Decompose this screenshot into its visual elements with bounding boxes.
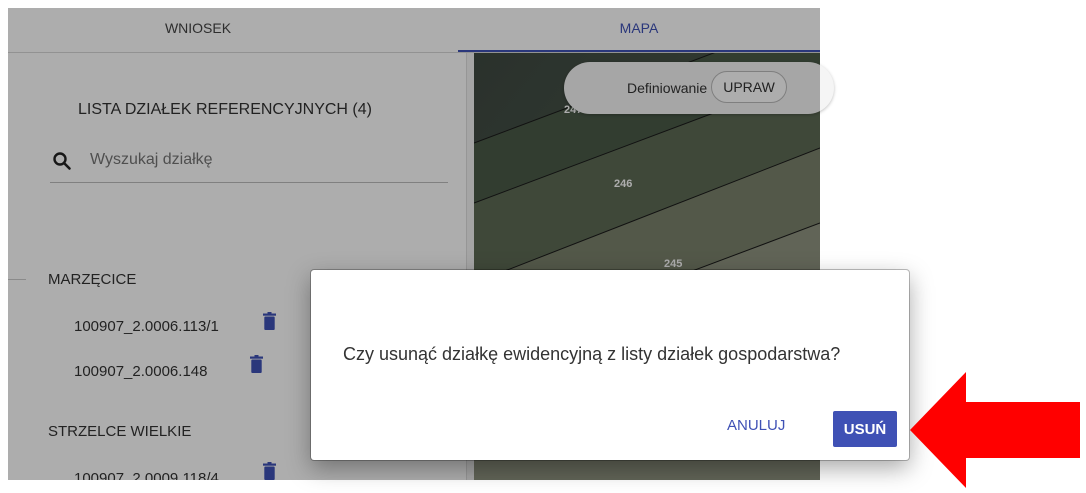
arrow-icon: [910, 372, 1080, 488]
dialog-message: Czy usunąć działkę ewidencyjną z listy d…: [343, 344, 841, 364]
delete-button[interactable]: USUŃ: [833, 411, 897, 447]
confirm-delete-dialog: Czy usunąć działkę ewidencyjną z listy d…: [311, 270, 909, 460]
cancel-button[interactable]: ANULUJ: [727, 417, 785, 434]
